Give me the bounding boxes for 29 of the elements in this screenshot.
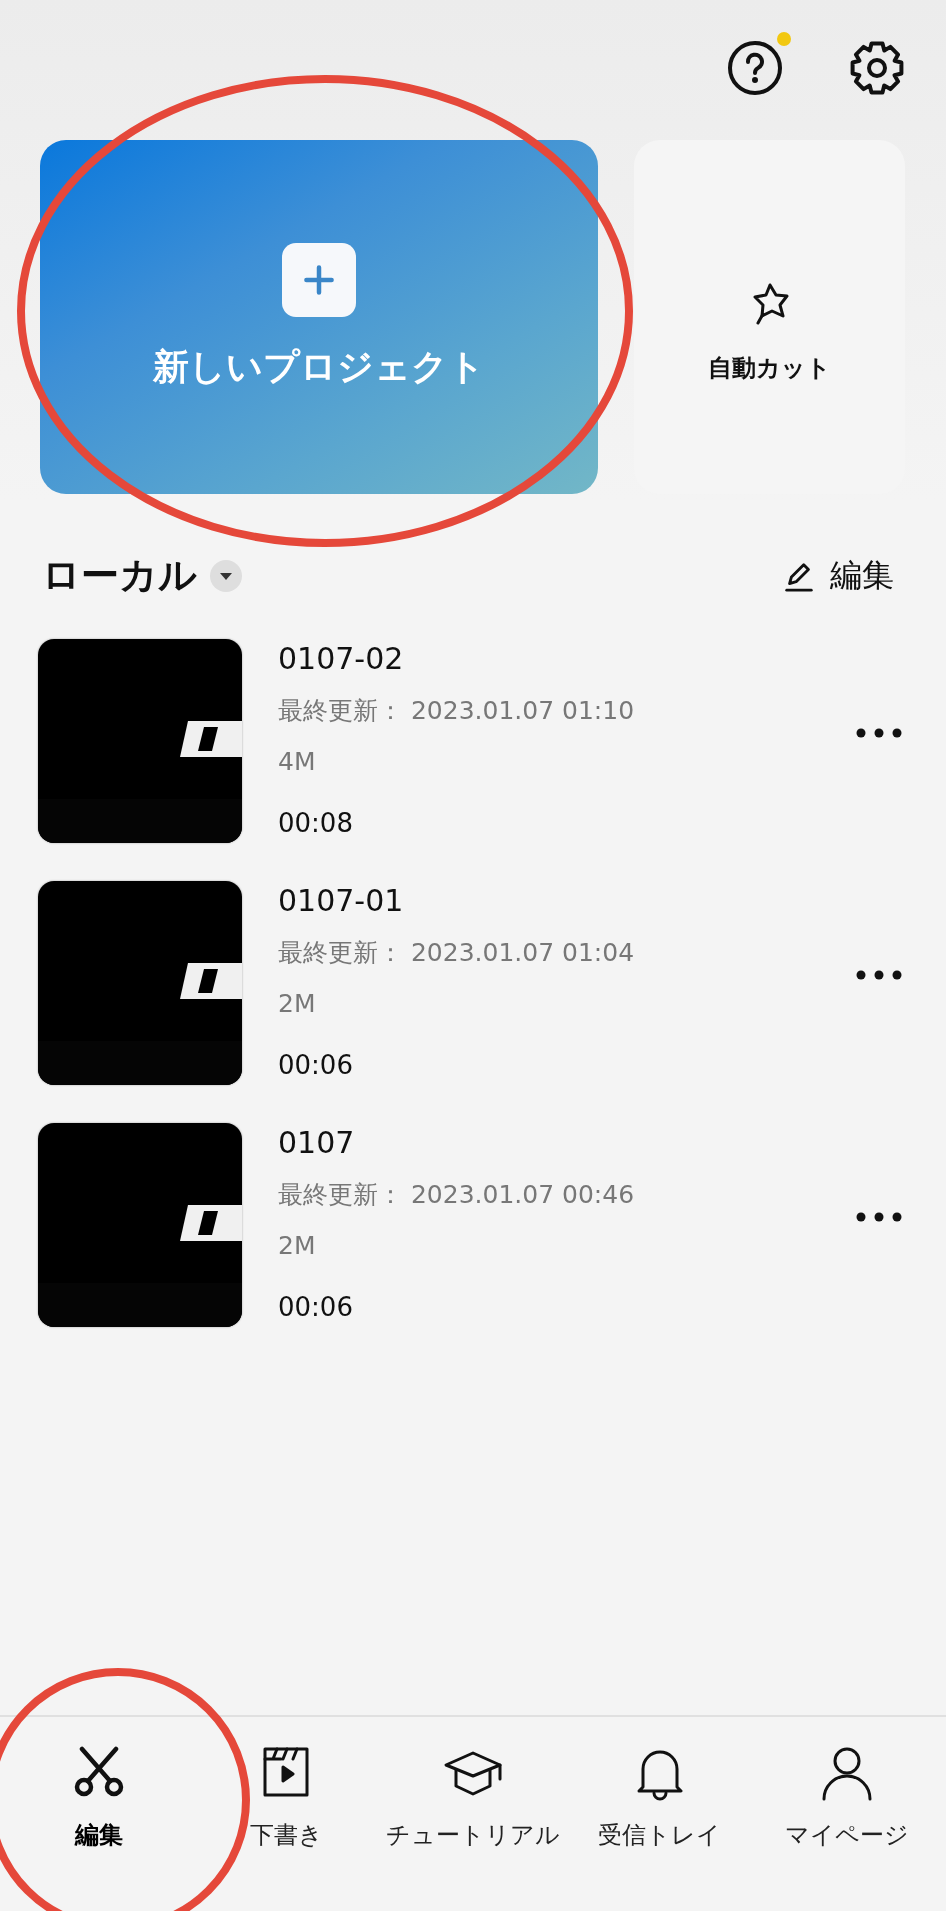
more-icon[interactable]: [856, 1211, 902, 1223]
duration: 00:06: [278, 1050, 354, 1080]
project-item[interactable]: 0107-02 最終更新： 2023.01.07 01:10 4M 00:08: [38, 639, 946, 843]
tab-bar-item[interactable]: 下書き: [192, 1717, 380, 1911]
tab-bar-item[interactable]: チュートリアル: [379, 1717, 567, 1911]
project-title: 0107: [278, 1125, 356, 1160]
settings-icon: [849, 40, 905, 96]
project-title: 0107-02: [278, 641, 405, 676]
tab-bar-item[interactable]: マイページ: [753, 1717, 940, 1911]
section-title: ローカル: [42, 552, 197, 599]
edit-button[interactable]: 編集: [782, 553, 894, 598]
file-size: 2M: [278, 1231, 317, 1260]
more-icon[interactable]: [856, 727, 902, 739]
last-updated: 最終更新： 2023.01.07 01:10: [278, 695, 636, 727]
file-size: 4M: [278, 747, 317, 776]
plus-icon: [282, 242, 356, 317]
tab-bar-item[interactable]: 受信トレイ: [566, 1717, 754, 1911]
more-icon[interactable]: [856, 969, 902, 981]
project-item[interactable]: 0107-01 最終更新： 2023.01.07 01:04 2M 00:06: [38, 881, 946, 1085]
last-updated: 最終更新： 2023.01.07 00:46: [278, 1179, 636, 1211]
file-size: 2M: [278, 989, 317, 1018]
dropdown-icon[interactable]: [209, 558, 243, 593]
duration: 00:08: [278, 808, 354, 838]
duration: 00:06: [278, 1292, 354, 1322]
last-updated: 最終更新： 2023.01.07 01:04: [278, 937, 636, 969]
project-title: 0107-01: [278, 883, 405, 918]
tab-bar-item[interactable]: 編集: [6, 1717, 193, 1911]
project-item[interactable]: 0107 最終更新： 2023.01.07 00:46 2M 00:06: [38, 1123, 946, 1327]
help-icon: [727, 40, 783, 96]
